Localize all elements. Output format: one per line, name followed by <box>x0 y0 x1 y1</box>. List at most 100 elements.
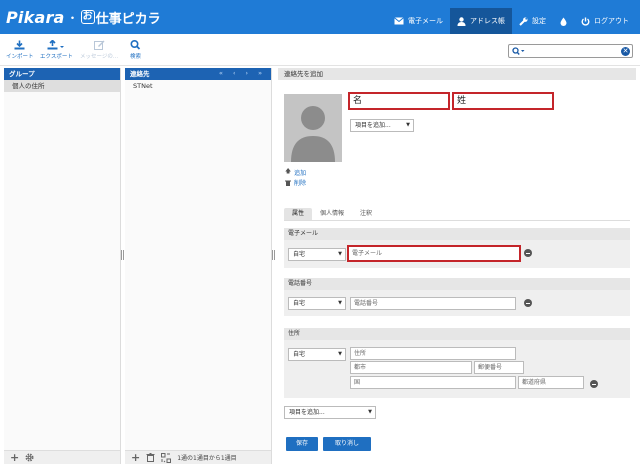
phone-type-select[interactable]: 自宅 ▼ <box>288 297 346 310</box>
zip-input[interactable]: 郵便番号 <box>474 361 524 374</box>
street-input[interactable]: 住所 <box>350 347 516 360</box>
contacts-header: 連絡先 « ‹ › » <box>125 68 271 80</box>
power-icon <box>581 17 590 26</box>
contacts-header-label: 連絡先 <box>130 70 150 78</box>
gear-icon[interactable] <box>25 453 34 462</box>
tab-personal[interactable]: 個人情報 <box>312 208 352 220</box>
main-nav: 電子メール アドレス帳 設定 ログアウト <box>387 8 636 34</box>
nav-logout[interactable]: ログアウト <box>574 8 636 34</box>
search-toolbar-label: 検索 <box>130 54 142 60</box>
email-input[interactable]: 電子メール <box>347 245 521 262</box>
add-field-select[interactable]: 項目を追加... ▼ <box>350 119 414 132</box>
export-label: エクスポート <box>40 54 73 60</box>
chevron-down-icon: ▼ <box>368 409 372 415</box>
address-type-value: 自宅 <box>293 351 306 358</box>
photo-delete-link[interactable]: 削除 <box>285 178 306 187</box>
clear-search-icon[interactable]: ✕ <box>621 47 630 56</box>
person-icon <box>457 16 466 26</box>
address-section: 自宅 ▼ 住所 都市 郵便番号 国 都道府県 <box>284 340 630 398</box>
add-group-icon[interactable]: + <box>10 452 19 463</box>
contacts-footer: + 1通の1通目から1通目 <box>125 450 271 464</box>
envelope-icon <box>394 17 404 25</box>
trash-small-icon <box>285 180 291 186</box>
email-type-select[interactable]: 自宅 ▼ <box>288 248 346 261</box>
search-dropdown-icon[interactable] <box>512 47 526 56</box>
group-item[interactable]: 個人の住所 <box>4 80 120 92</box>
contact-form-header: 連絡先を追加 <box>278 68 636 80</box>
email-section: 自宅 ▼ 電子メール <box>284 240 630 268</box>
photo-add-link[interactable]: 🡅 追加 <box>285 167 306 177</box>
email-type-value: 自宅 <box>293 251 306 258</box>
pane-splitter-left[interactable] <box>121 250 124 260</box>
nav-addressbook-label: アドレス帳 <box>470 17 505 25</box>
import-button[interactable]: インポート <box>6 40 34 60</box>
wrench-icon <box>519 17 528 26</box>
remove-address-icon[interactable] <box>590 380 598 388</box>
contact-photo[interactable] <box>284 94 342 162</box>
nav-email[interactable]: 電子メール <box>387 8 450 34</box>
phone-input[interactable]: 電話番号 <box>350 297 516 310</box>
groups-header: グループ <box>4 68 120 80</box>
qr-icon[interactable] <box>161 452 172 463</box>
detail-tabs: 属性 個人情報 注釈 <box>284 208 630 221</box>
nav-drop[interactable] <box>553 8 574 34</box>
phone-section-header: 電話番号 <box>284 278 630 290</box>
remove-phone-icon[interactable] <box>524 299 532 307</box>
contacts-pane: 連絡先 « ‹ › » STNet + 1通の1通目から1通目 <box>125 68 272 464</box>
arrow-up-icon: 🡅 <box>285 168 292 175</box>
contacts-pager[interactable]: « ‹ › » <box>219 68 266 80</box>
add-contact-icon[interactable]: + <box>131 452 140 463</box>
top-header: Pikara ・ お 仕事ピカラ 電子メール アドレス帳 設定 ログアウト <box>0 0 640 34</box>
upload-icon <box>47 40 65 50</box>
phone-type-value: 自宅 <box>293 300 306 307</box>
email-section-header: 電子メール <box>284 228 630 240</box>
logo-o-mark: お <box>80 10 95 24</box>
drop-icon <box>560 17 567 26</box>
remove-email-icon[interactable] <box>524 249 532 257</box>
logo-service-name: 仕事ピカラ <box>95 11 161 27</box>
phone-section: 自宅 ▼ 電話番号 <box>284 290 630 316</box>
address-type-select[interactable]: 自宅 ▼ <box>288 348 346 361</box>
last-name-field[interactable]: 姓 <box>452 92 554 110</box>
photo-delete-label: 削除 <box>294 180 307 187</box>
city-input[interactable]: 都市 <box>350 361 472 374</box>
pane-splitter-right[interactable] <box>272 250 275 260</box>
groups-pane: グループ 個人の住所 + <box>4 68 121 464</box>
save-button[interactable]: 保存 <box>286 437 318 451</box>
logo[interactable]: Pikara ・ お 仕事ピカラ <box>6 6 161 28</box>
prefecture-input[interactable]: 都道府県 <box>518 376 584 389</box>
import-label: インポート <box>6 54 34 60</box>
nav-settings[interactable]: 設定 <box>512 8 553 34</box>
groups-footer: + <box>4 450 120 464</box>
chevron-down-icon: ▼ <box>338 251 342 257</box>
export-button[interactable]: エクスポート <box>40 40 73 60</box>
chevron-down-icon: ▼ <box>406 122 410 128</box>
trash-icon[interactable] <box>146 453 155 462</box>
tab-notes[interactable]: 注釈 <box>352 208 380 220</box>
nav-addressbook[interactable]: アドレス帳 <box>450 8 512 34</box>
nav-email-label: 電子メール <box>408 17 443 25</box>
message-label: メッセージの... <box>80 54 119 60</box>
download-icon <box>14 40 25 50</box>
search-icon <box>130 40 141 50</box>
quick-search-input[interactable]: ✕ <box>508 44 633 58</box>
search-toolbar-button[interactable]: 検索 <box>130 40 141 60</box>
person-silhouette-icon <box>291 106 335 162</box>
contact-item[interactable]: STNet <box>125 80 271 92</box>
nav-settings-label: 設定 <box>532 17 546 25</box>
nav-logout-label: ログアウト <box>594 17 629 25</box>
compose-icon <box>93 40 105 50</box>
message-button[interactable]: メッセージの... <box>80 40 118 60</box>
logo-separator: ・ <box>66 10 79 25</box>
contact-form: 連絡先を追加 🡅 追加 削除 名 姓 項目を追加... ▼ 属性 個人情報 注釈… <box>278 68 636 464</box>
logo-text: Pikara <box>6 7 65 27</box>
first-name-field[interactable]: 名 <box>348 92 450 110</box>
cancel-button[interactable]: 取り消し <box>323 437 371 451</box>
chevron-down-icon: ▼ <box>338 351 342 357</box>
address-section-header: 住所 <box>284 328 630 340</box>
tab-properties[interactable]: 属性 <box>284 208 313 220</box>
add-field-select-value: 項目を追加... <box>355 122 391 129</box>
country-input[interactable]: 国 <box>350 376 516 389</box>
bottom-add-field-value: 項目を追加... <box>289 409 325 416</box>
bottom-add-field-select[interactable]: 項目を追加... ▼ <box>284 406 376 419</box>
